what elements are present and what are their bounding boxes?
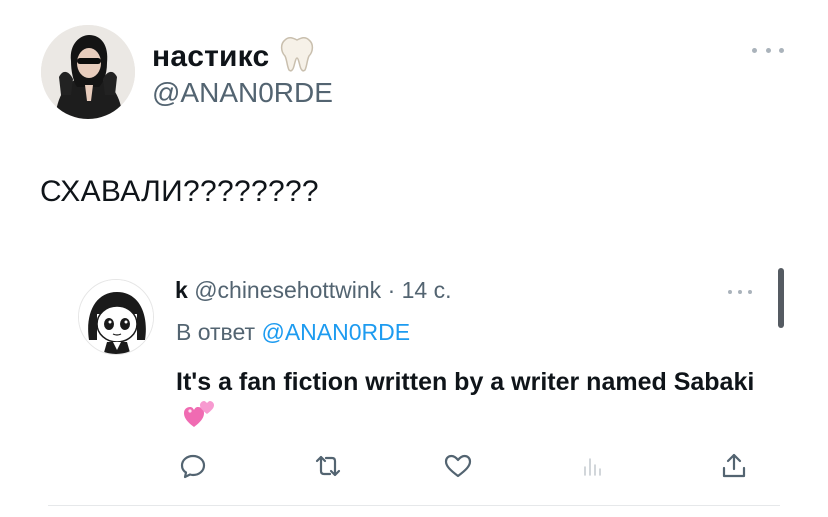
reply-button[interactable] <box>178 451 208 481</box>
reply-author-handle[interactable]: @chinesehottwink <box>194 277 381 303</box>
reply-text: It's a fan fiction written by a writer n… <box>176 366 776 438</box>
scrollbar[interactable] <box>778 268 784 328</box>
dot <box>728 290 732 294</box>
author-handle[interactable]: @ANAN0RDE <box>152 77 333 109</box>
tooth-icon <box>277 34 317 80</box>
author-avatar[interactable] <box>41 25 135 119</box>
share-button[interactable] <box>719 451 749 481</box>
reply-text-content: It's a fan fiction written by a writer n… <box>176 368 755 396</box>
anime-avatar-icon <box>79 280 153 354</box>
profile-photo-icon <box>41 25 135 119</box>
reply-author-name[interactable]: k <box>175 277 188 303</box>
reply-avatar[interactable] <box>78 279 154 355</box>
dot <box>779 47 784 53</box>
views-icon <box>584 458 601 476</box>
views-button[interactable] <box>578 451 608 481</box>
replying-to: В ответ @ANAN0RDE <box>176 318 410 346</box>
tweet-text: СХАВАЛИ???????? <box>40 175 319 208</box>
retweet-button[interactable] <box>313 451 343 481</box>
retweet-icon <box>315 455 341 477</box>
author-name-text: настикс <box>152 40 270 73</box>
author-name[interactable]: настикс <box>152 34 317 80</box>
reply-header: k @chinesehottwink · 14 с. <box>175 276 452 304</box>
replying-prefix: В ответ <box>176 319 256 345</box>
separator-dot: · <box>387 277 396 303</box>
replying-to-link[interactable]: @ANAN0RDE <box>261 319 410 345</box>
reply-more-options-icon[interactable] <box>728 288 752 296</box>
divider <box>48 505 780 506</box>
share-icon <box>722 453 746 478</box>
dot <box>765 47 771 53</box>
two-hearts-icon <box>182 399 216 438</box>
dot <box>748 290 752 294</box>
reply-icon <box>180 454 206 479</box>
reply-timestamp[interactable]: 14 с. <box>402 277 452 303</box>
like-icon <box>444 454 472 478</box>
dot <box>752 47 757 53</box>
more-options-icon[interactable] <box>752 44 784 56</box>
like-button[interactable] <box>443 451 473 481</box>
dot <box>738 290 742 294</box>
